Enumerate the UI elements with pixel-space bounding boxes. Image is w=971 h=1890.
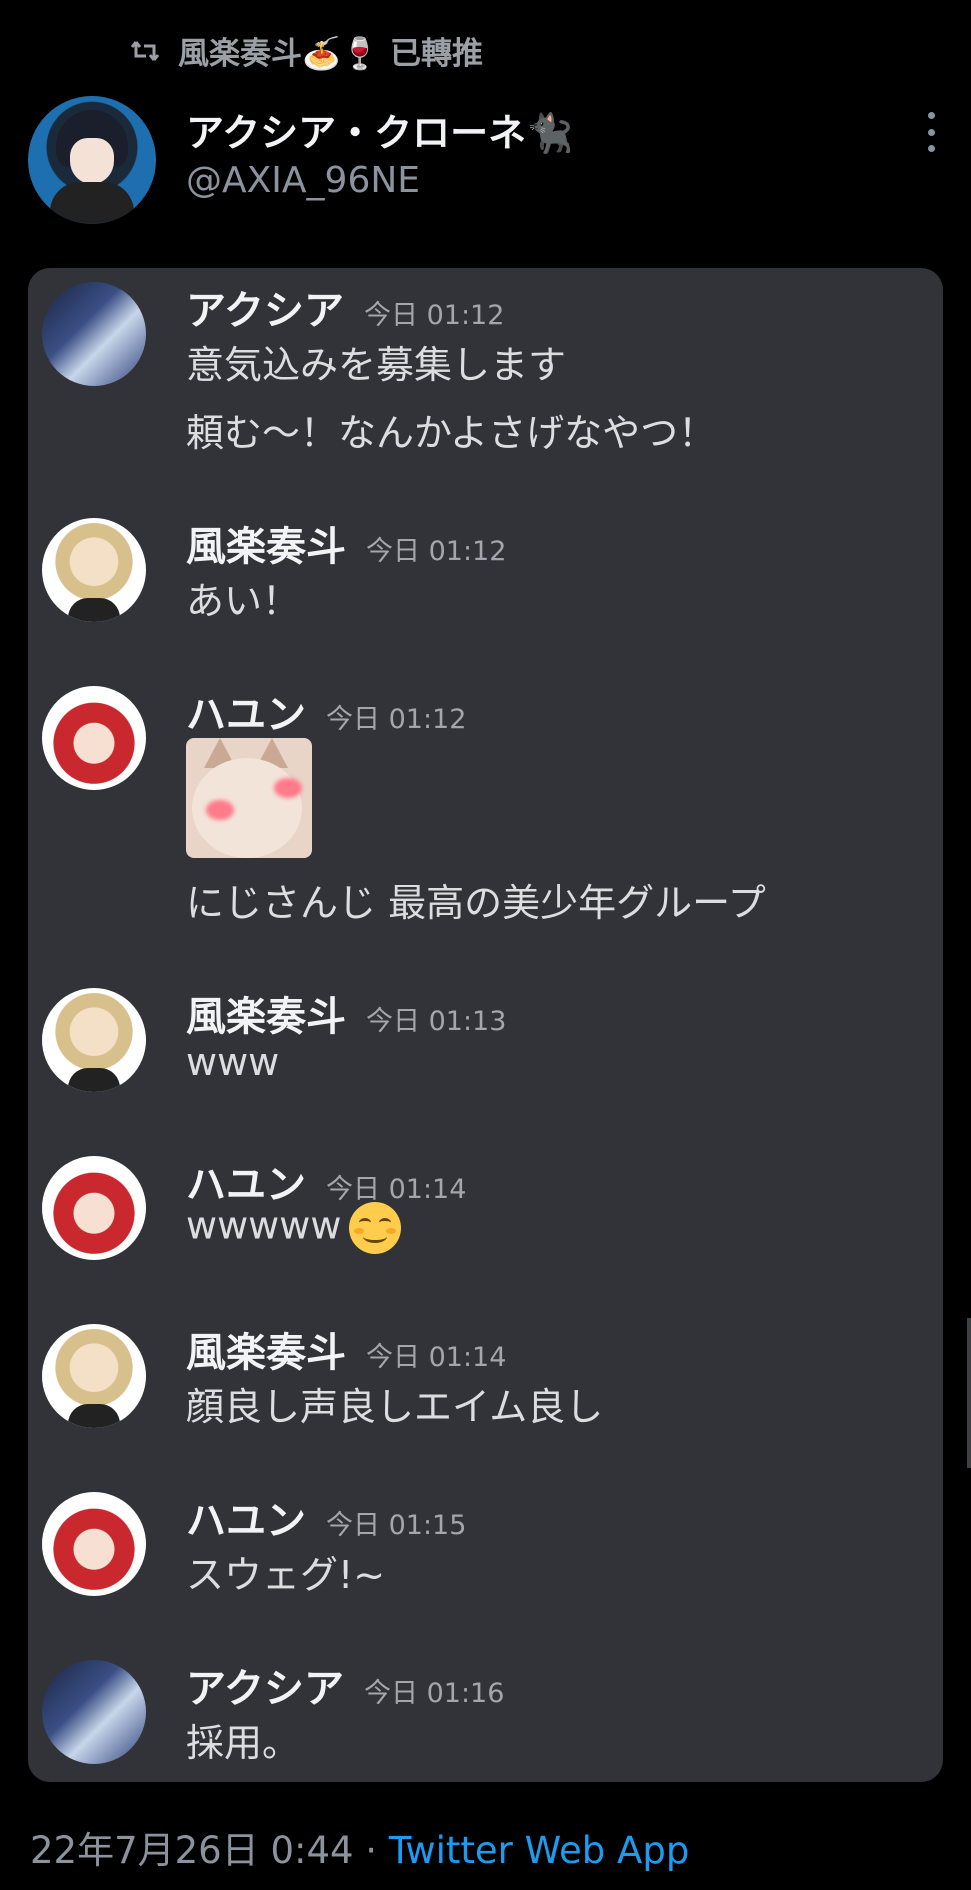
message-text: にじさんじ 最高の美少年グループ — [186, 881, 766, 925]
message-text: 採用。 — [186, 1721, 301, 1765]
message-text: 顔良し声良しエイム良し — [186, 1385, 604, 1429]
more-options-icon[interactable] — [921, 112, 941, 152]
avatar — [42, 1324, 146, 1428]
avatar — [42, 282, 146, 386]
avatar — [42, 1492, 146, 1596]
tweet-header: アクシア・クローネ🐈‍⬛ @AXIA_96NE — [28, 96, 971, 226]
message-text: スウェグ!~ — [186, 1553, 386, 1597]
message-author: 風楽奏斗 — [186, 1330, 346, 1376]
message-text: wwwww — [186, 1203, 342, 1248]
scrollbar[interactable] — [967, 1318, 971, 1468]
avatar — [42, 1660, 146, 1764]
avatar — [42, 988, 146, 1092]
message-author: アクシア — [186, 1666, 344, 1712]
avatar — [42, 686, 146, 790]
retweet-text[interactable]: 風楽奏斗🍝🍷 已轉推 — [178, 28, 483, 73]
message-author: ハユン — [186, 692, 306, 738]
message-text: あい！ — [186, 579, 301, 623]
message-time: 今日 01:16 — [364, 1678, 505, 1709]
message-author: アクシア — [186, 288, 344, 334]
cat-sticker-image — [186, 738, 312, 858]
message-time: 今日 01:14 — [326, 1174, 467, 1205]
avatar[interactable] — [28, 96, 156, 224]
message-time: 今日 01:15 — [326, 1510, 467, 1541]
message-time: 今日 01:13 — [366, 1006, 507, 1037]
message-text: 頼む～！なんかよさげなやつ！ — [186, 411, 717, 455]
message-text: 意気込みを募集します — [186, 343, 567, 387]
message-time: 今日 01:12 — [326, 704, 467, 735]
message-time: 今日 01:12 — [364, 300, 505, 331]
retweet-indicator: 風楽奏斗🍝🍷 已轉推 — [130, 28, 483, 73]
smiling-face-emoji-icon — [349, 1202, 402, 1254]
author-handle[interactable]: @AXIA_96NE — [186, 160, 420, 201]
retweet-icon — [130, 38, 160, 64]
avatar — [42, 1156, 146, 1260]
message-author: 風楽奏斗 — [186, 524, 346, 570]
message-author: 風楽奏斗 — [186, 994, 346, 1040]
message-text: www — [186, 1040, 280, 1084]
tweet-timestamp[interactable]: 22年7月26日 0:44 · — [30, 1829, 389, 1872]
message-time: 今日 01:14 — [366, 1342, 507, 1373]
tweet-source-link[interactable]: Twitter Web App — [389, 1829, 689, 1872]
discord-chat-screenshot[interactable]: アクシア 今日 01:12 意気込みを募集します 頼む～！なんかよさげなやつ！ 風… — [28, 268, 943, 1782]
author-display-name[interactable]: アクシア・クローネ🐈‍⬛ — [186, 102, 573, 157]
tweet-footer: 22年7月26日 0:44 · Twitter Web App — [30, 1820, 689, 1874]
message-author: ハユン — [186, 1498, 306, 1544]
avatar — [42, 518, 146, 622]
message-time: 今日 01:12 — [366, 536, 507, 567]
